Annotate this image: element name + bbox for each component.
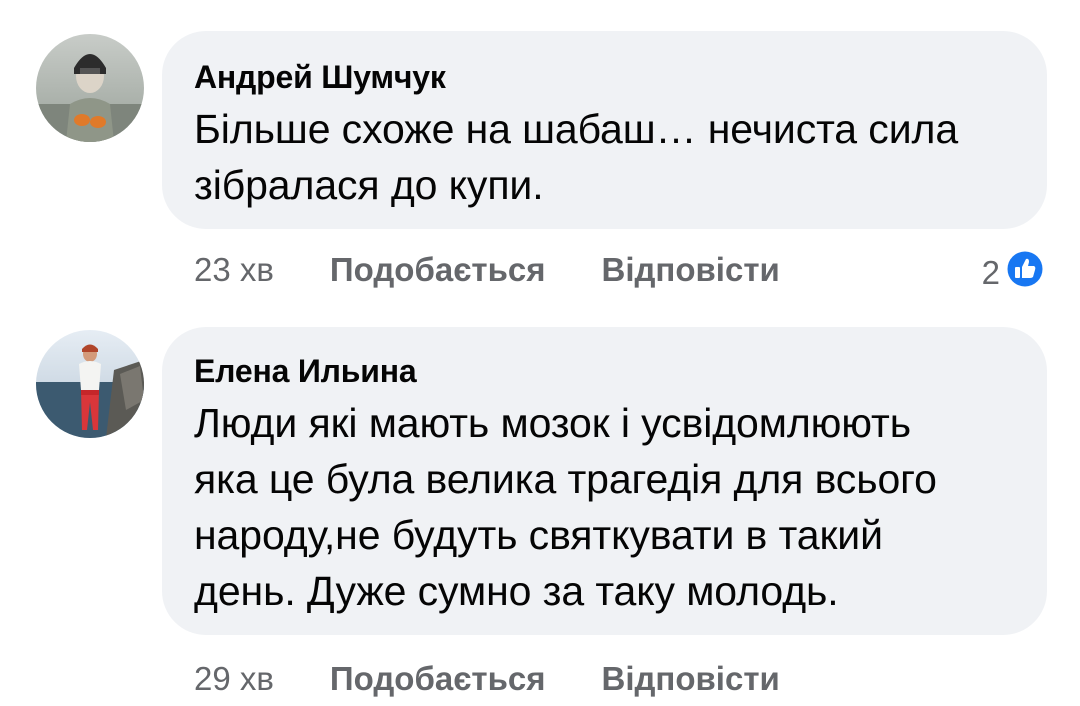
like-button[interactable]: Подобається <box>330 251 546 288</box>
like-button[interactable]: Подобається <box>330 660 546 697</box>
comment-text-line: день. Дуже сумно за таку молодь. <box>194 568 839 614</box>
like-icon <box>1004 248 1046 298</box>
reaction-count: 2 <box>981 254 1000 291</box>
comment-author[interactable]: Елена Ильина <box>194 353 1017 389</box>
reply-button[interactable]: Відповісти <box>601 660 779 697</box>
reaction-summary[interactable]: 2 <box>982 248 1046 298</box>
comment-text-line: Більше схоже на шабаш… нечиста сила <box>194 106 959 152</box>
avatar[interactable] <box>36 330 144 438</box>
comment-time[interactable]: 23 хв <box>194 251 274 288</box>
comment-text: Більше схоже на шабаш… нечиста сила зібр… <box>194 101 1017 213</box>
comment-author[interactable]: Андрей Шумчук <box>194 59 1017 95</box>
comment-time[interactable]: 29 хв <box>194 660 274 697</box>
comment-text-line: зібралася до купи. <box>194 162 544 208</box>
comment-actions: 29 хв Подобається Відповісти <box>194 659 836 699</box>
comment-bubble: Елена Ильина Люди які мають мозок і усві… <box>162 327 1047 635</box>
comment-actions: 23 хв Подобається Відповісти <box>194 250 836 290</box>
comment-text-line: Люди які мають мозок і усвідомлюють <box>194 400 911 446</box>
comment-text-line: яка це була велика трагедія для всього <box>194 456 937 502</box>
comment-text-line: народу,не будуть святкувати в такий <box>194 512 883 558</box>
comment-text: Люди які мають мозок і усвідомлюють яка … <box>194 395 1017 619</box>
reply-button[interactable]: Відповісти <box>601 251 779 288</box>
comment-bubble: Андрей Шумчук Більше схоже на шабаш… неч… <box>162 31 1047 229</box>
avatar[interactable] <box>36 34 144 142</box>
